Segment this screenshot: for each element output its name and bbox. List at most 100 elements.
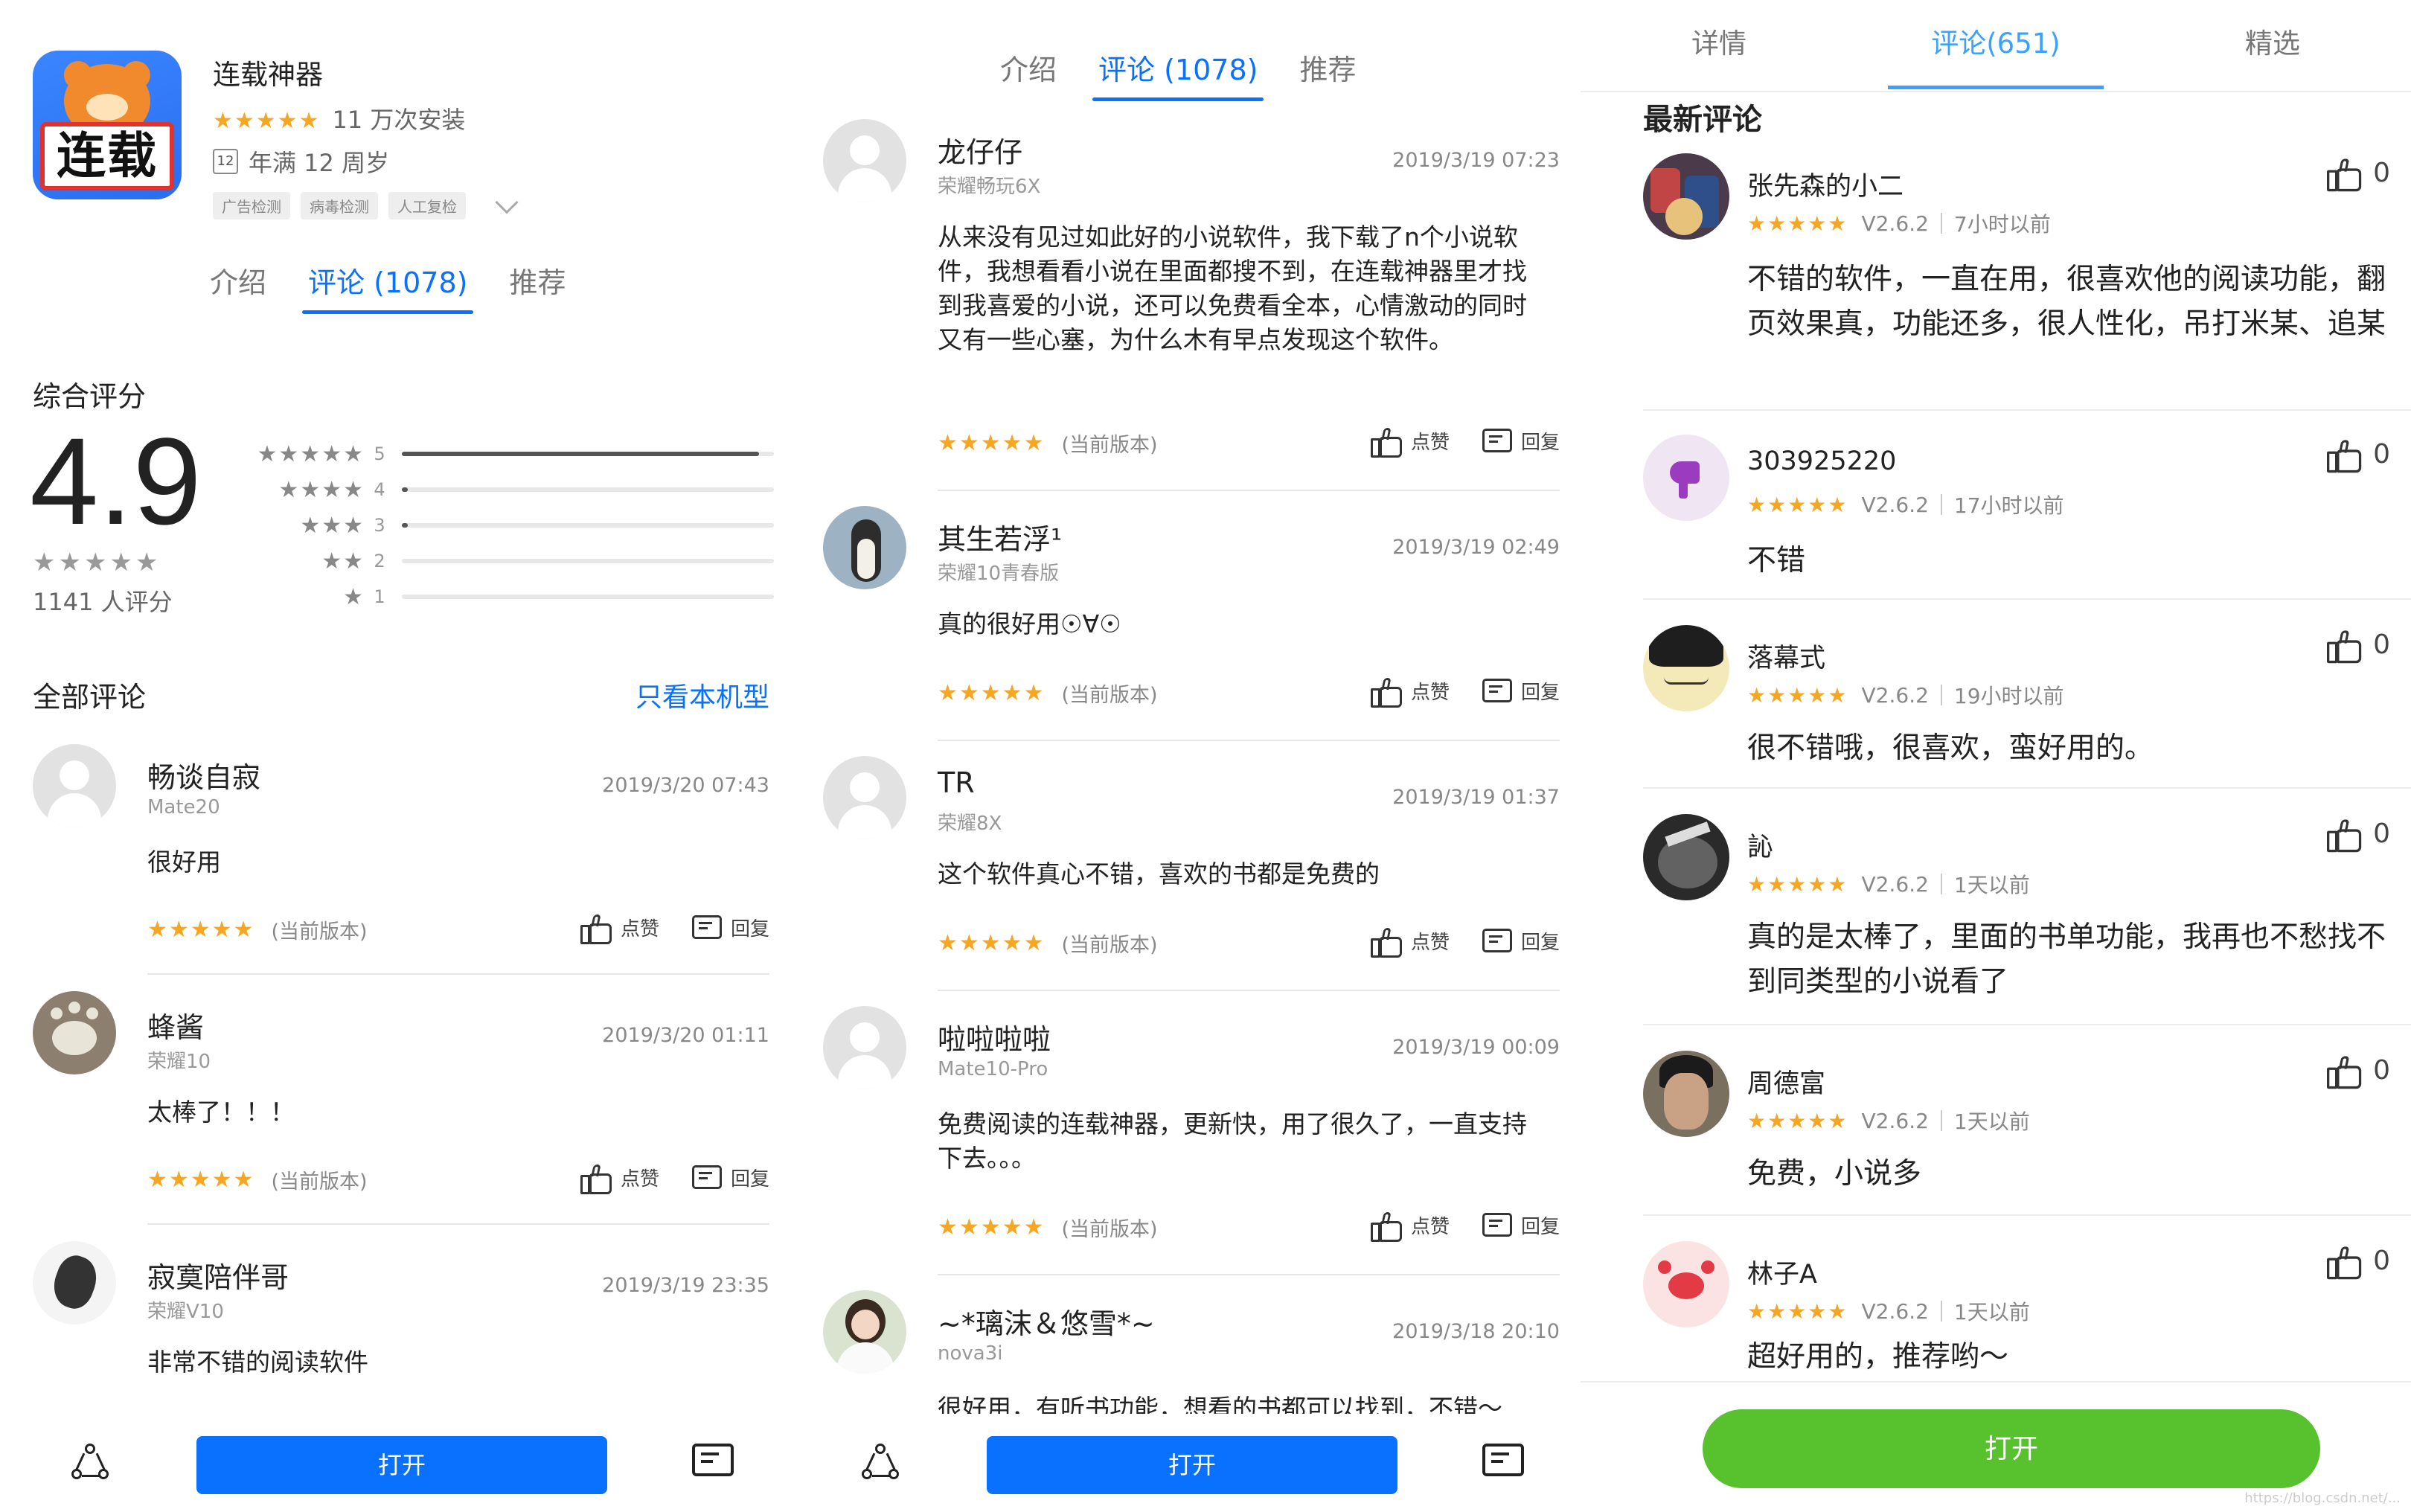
avatar[interactable] — [823, 756, 906, 839]
tab-reviews[interactable]: 评论(651) — [1857, 0, 2134, 92]
avatar[interactable] — [1643, 814, 1729, 900]
avatar[interactable] — [33, 1241, 116, 1324]
reply-button[interactable]: 回复 — [691, 1164, 769, 1191]
divider — [938, 990, 1560, 991]
review-meta: ★★★★★ (当前版本) — [147, 915, 368, 944]
distribution-bar-fill — [402, 487, 408, 492]
like-button[interactable]: 0 — [2327, 630, 2390, 663]
review-text: 从来没有见过如此好的小说软件，我下载了n个小说软件，我想看看小说在里面都搜不到，… — [938, 222, 1527, 354]
reply-button[interactable]: 回复 — [1482, 427, 1560, 455]
distribution-stars-icon: ★★★★ — [278, 476, 365, 503]
avatar[interactable] — [823, 1290, 906, 1374]
distribution-stars-icon: ★★ — [321, 548, 365, 574]
reply-button[interactable]: 回复 — [1482, 927, 1560, 955]
reply-button[interactable]: 回复 — [1482, 1211, 1560, 1239]
avatar[interactable] — [1643, 1051, 1729, 1137]
like-count: 0 — [2373, 439, 2390, 470]
avatar[interactable] — [823, 506, 906, 589]
comment-icon[interactable] — [692, 1444, 734, 1478]
chevron-down-icon[interactable] — [495, 190, 519, 214]
review-stars-icon: ★★★★★ — [147, 1167, 255, 1193]
list-item: 訫 ★★★★★ V2.6.2 1天以前 0 真的是太棒了，里面的书单功能，我再也… — [1643, 814, 2411, 1022]
share-icon[interactable] — [862, 1444, 900, 1482]
thumbs-up-icon — [1370, 927, 1402, 958]
share-icon[interactable] — [71, 1444, 110, 1482]
tab-reviews[interactable]: 评论 (1078) — [1078, 45, 1278, 101]
thumbs-up-icon — [2327, 158, 2362, 191]
review-version: (当前版本) — [271, 1170, 368, 1194]
like-button[interactable]: 点赞 — [1370, 1211, 1450, 1242]
tag-manual-check: 人工复检 — [388, 192, 466, 220]
tab-reviews[interactable]: 评论 (1078) — [287, 257, 488, 314]
tab-recommend[interactable]: 推荐 — [488, 257, 586, 314]
reviewer-name: 张先森的小二 — [1747, 172, 1904, 202]
like-button[interactable]: 点赞 — [580, 1164, 659, 1194]
distribution-stars-icon: ★★★★★ — [257, 441, 365, 467]
review-meta: ★★★★★ V2.6.2 1天以前 — [1747, 1106, 2030, 1135]
distribution-label: 1 — [374, 586, 385, 607]
tab-details[interactable]: 详情 — [1581, 0, 1857, 92]
avatar[interactable] — [823, 119, 906, 202]
reply-button[interactable]: 回复 — [1482, 677, 1560, 705]
distribution-bar — [402, 452, 774, 456]
app-detail-panel-3: 详情 评论(651) 精选 最新评论 张先森的小二 ★★★★★ V2.6.2 7… — [1581, 0, 2411, 1512]
like-button[interactable]: 0 — [2327, 819, 2390, 852]
bottom-action-bar: 打开 — [0, 1414, 790, 1512]
avatar[interactable] — [1643, 1241, 1729, 1327]
watermark: https://blog.csdn.net/... — [2244, 1490, 2401, 1506]
avatar[interactable] — [1643, 435, 1729, 521]
like-button[interactable]: 0 — [2327, 1055, 2390, 1089]
thumbs-up-icon — [2327, 630, 2362, 663]
review-time: 17小时以前 — [1953, 493, 2064, 518]
like-label: 点赞 — [1410, 932, 1450, 954]
review-stars-icon: ★★★★★ — [1747, 682, 1848, 708]
star-rating-icon: ★★★★★ — [213, 108, 321, 134]
like-button[interactable]: 点赞 — [1370, 427, 1450, 458]
tab-intro[interactable]: 介绍 — [189, 257, 287, 314]
rating-distribution-row: ★★ 2 — [223, 543, 774, 579]
like-button[interactable]: 点赞 — [1370, 677, 1450, 708]
app-icon-label: 连载 — [40, 122, 174, 190]
thumbs-up-icon — [580, 914, 612, 944]
review-stars-icon: ★★★★★ — [938, 430, 1046, 456]
review-text: 真的很好用☉∀☉ — [938, 609, 1121, 638]
like-button[interactable]: 0 — [2327, 439, 2390, 472]
avatar[interactable] — [1643, 153, 1729, 240]
like-button[interactable]: 点赞 — [1370, 927, 1450, 958]
divider — [1643, 1214, 2411, 1216]
tab-featured[interactable]: 精选 — [2134, 0, 2411, 92]
reviewer-name: TR — [938, 766, 975, 799]
open-app-button[interactable]: 打开 — [196, 1436, 607, 1494]
tag-virus-check: 病毒检测 — [301, 192, 378, 220]
distribution-bar-fill — [402, 452, 759, 456]
distribution-stars-icon: ★ — [343, 583, 365, 610]
reply-label: 回复 — [730, 918, 769, 941]
review-version: (当前版本) — [1061, 934, 1158, 957]
thumbs-up-icon — [1370, 1211, 1402, 1242]
open-app-button[interactable]: 打开 — [987, 1436, 1397, 1494]
distribution-bar — [402, 523, 774, 528]
distribution-bar — [402, 595, 774, 599]
like-button[interactable]: 点赞 — [580, 914, 659, 944]
list-item: 张先森的小二 ★★★★★ V2.6.2 7小时以前 0 不错的软件，一直在用，很… — [1643, 153, 2411, 399]
like-button[interactable]: 0 — [2327, 1246, 2390, 1279]
review-date: 2019/3/19 23:35 — [602, 1274, 769, 1297]
divider — [1581, 91, 2411, 92]
comment-icon[interactable] — [1482, 1444, 1524, 1478]
review-version: V2.6.2 — [1861, 682, 1929, 708]
filter-my-device-link[interactable]: 只看本机型 — [635, 676, 769, 714]
review-meta: ★★★★★ V2.6.2 19小时以前 — [1747, 680, 2064, 710]
review-stars-icon: ★★★★★ — [938, 680, 1046, 706]
open-app-button[interactable]: 打开 — [1703, 1409, 2320, 1488]
avatar[interactable] — [823, 1006, 906, 1089]
tab-intro[interactable]: 介绍 — [979, 45, 1078, 101]
avatar[interactable] — [1643, 625, 1729, 711]
reply-icon — [1482, 928, 1512, 954]
like-button[interactable]: 0 — [2327, 158, 2390, 191]
reply-button[interactable]: 回复 — [691, 914, 769, 941]
avatar[interactable] — [33, 991, 116, 1074]
avatar[interactable] — [33, 744, 116, 827]
review-meta: ★★★★★ V2.6.2 17小时以前 — [1747, 490, 2064, 519]
tab-recommend[interactable]: 推荐 — [1278, 45, 1377, 101]
thumbs-up-icon — [2327, 439, 2362, 472]
